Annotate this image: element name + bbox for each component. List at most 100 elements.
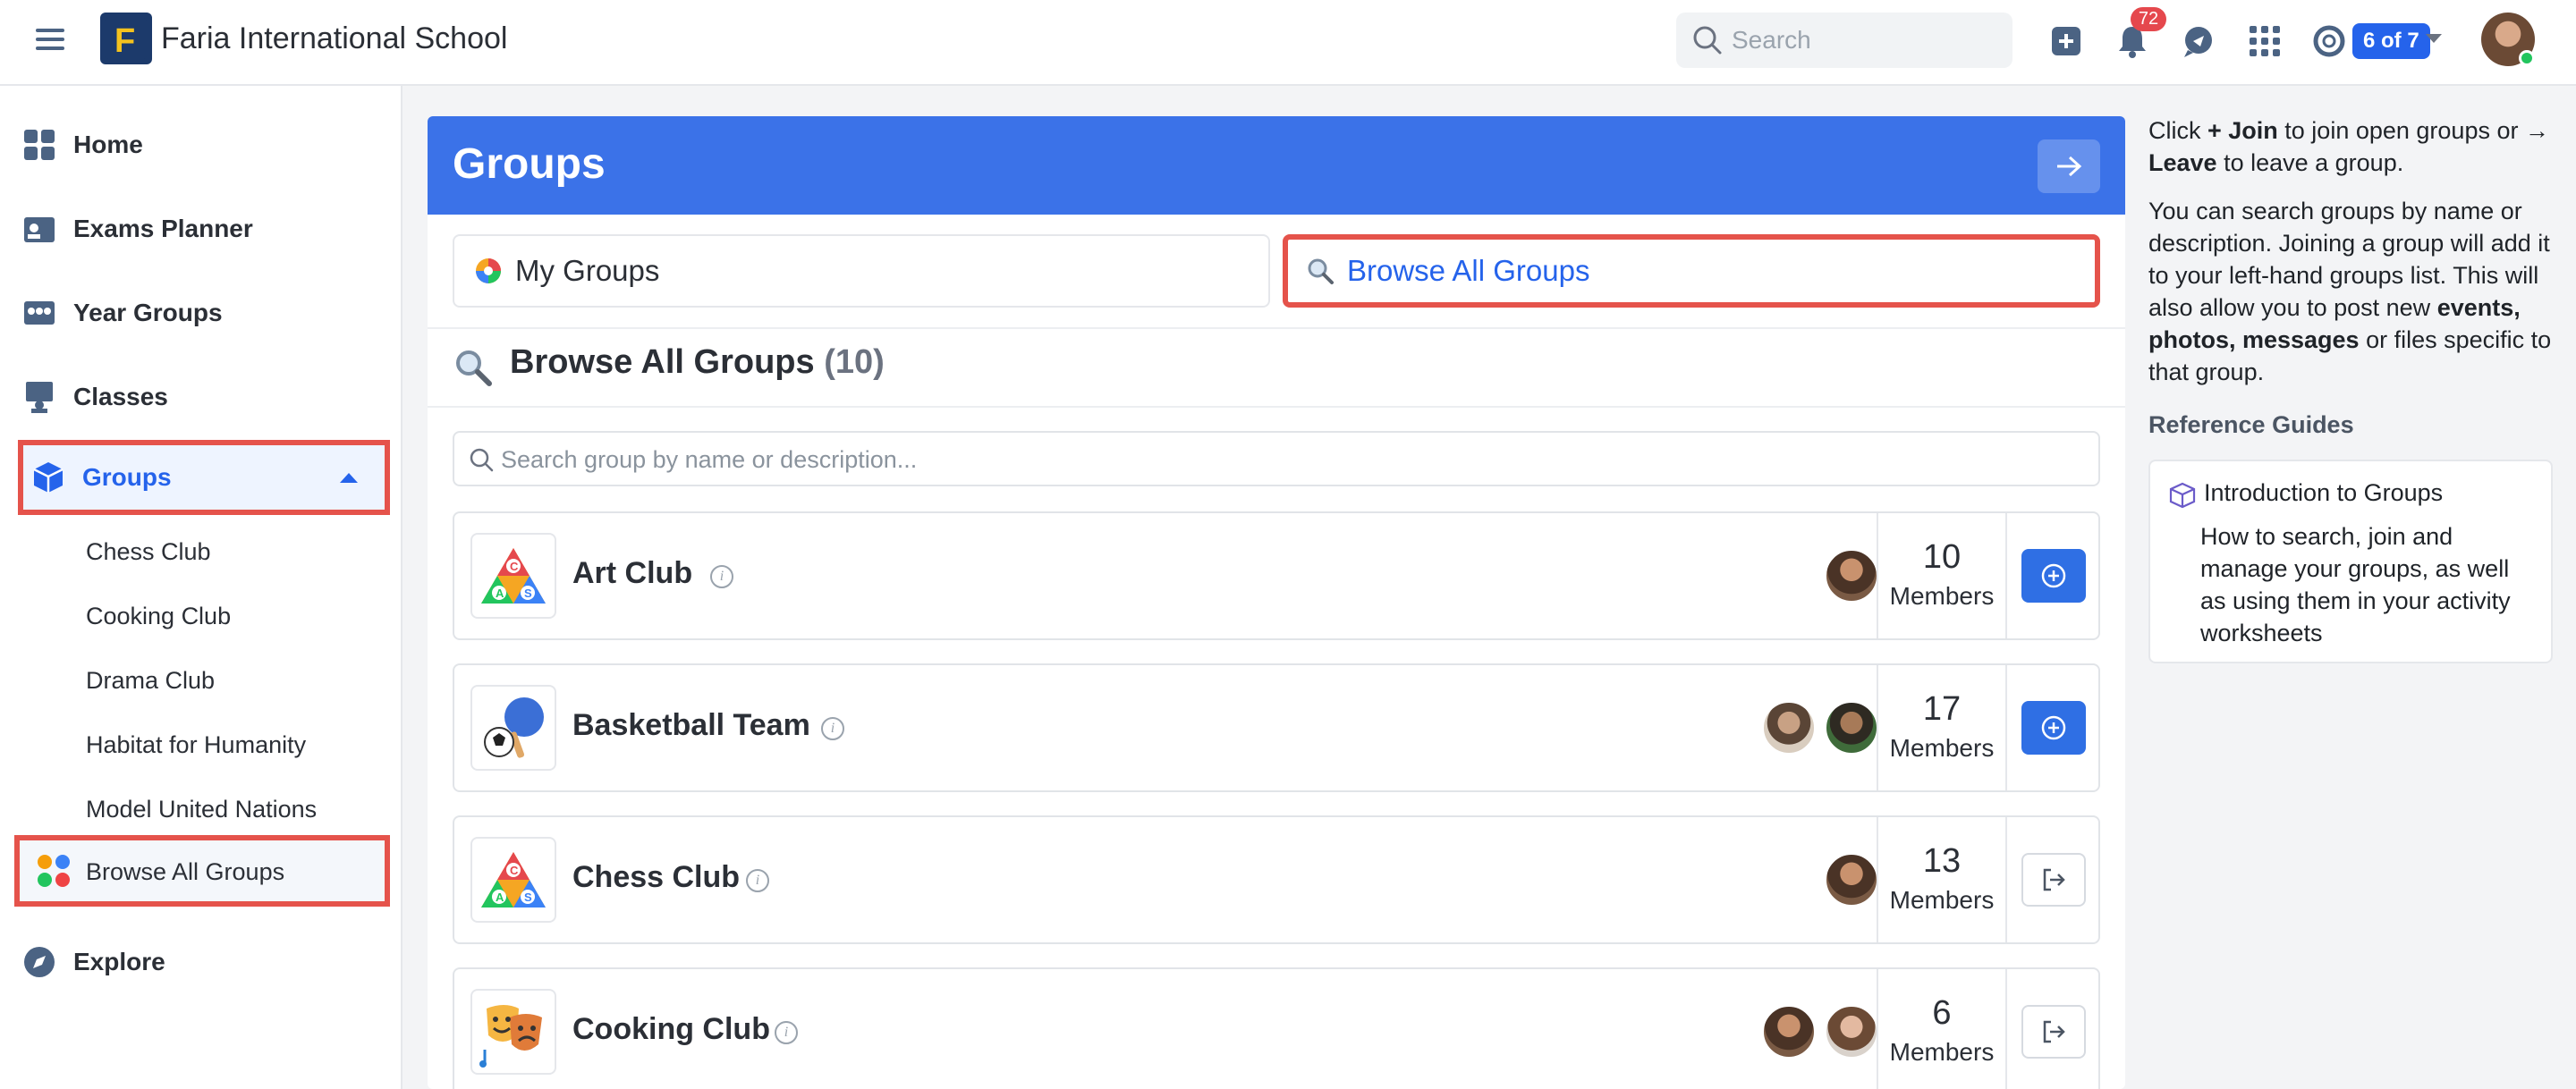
sidebar-item-label: Home (73, 131, 143, 158)
reference-guide-card[interactable]: Introduction to Groups How to search, jo… (2148, 460, 2553, 663)
sidebar-item-explore[interactable]: Explore (21, 935, 165, 989)
tab-label: Browse All Groups (1347, 254, 1590, 287)
cas-triangle-icon: C A S (481, 548, 546, 604)
school-name: Faria International School (161, 21, 508, 55)
chat-icon[interactable] (2181, 23, 2216, 59)
tab-browse-all-groups[interactable]: Browse All Groups (1283, 234, 2100, 308)
help-panel: Click + Join to join open groups or → Le… (2148, 114, 2553, 388)
join-button[interactable] (2021, 549, 2086, 603)
sidebar-item-groups[interactable]: Groups (18, 440, 390, 515)
help-paragraph-search: You can search groups by name or descrip… (2148, 198, 2552, 385)
chevron-down-icon[interactable] (2426, 34, 2442, 43)
info-icon[interactable]: i (775, 1021, 798, 1044)
sidebar-item-groups-inner[interactable]: Groups (30, 451, 172, 504)
group-search-input[interactable] (501, 442, 2084, 477)
account-switcher[interactable]: 6 of 7 (2352, 23, 2430, 59)
group-name[interactable]: Art Club (572, 556, 692, 591)
leave-button[interactable] (2021, 853, 2086, 907)
group-card-art-club[interactable]: C A S Art Club i 10 Members (453, 511, 2100, 640)
member-count: 6 Members (1877, 969, 2007, 1089)
collapse-panel-button[interactable] (2038, 139, 2100, 193)
info-icon[interactable]: i (746, 869, 769, 892)
member-avatar[interactable] (1762, 1005, 1816, 1059)
sidebar-item-home[interactable]: Home (21, 118, 143, 172)
sidebar-subitem-browse-all-groups[interactable]: Browse All Groups (14, 835, 390, 907)
svg-text:A: A (496, 891, 504, 904)
menu-icon[interactable] (36, 23, 68, 59)
sidebar: Home Exams Planner Year Groups Classes G… (0, 86, 402, 1089)
svg-text:C: C (510, 864, 519, 877)
group-name[interactable]: Cooking Club (572, 1012, 770, 1047)
year-groups-icon (21, 295, 57, 331)
global-search-input[interactable] (1732, 21, 2000, 59)
group-card-basketball-team[interactable]: Basketball Team i 17 Members (453, 663, 2100, 792)
lifebuoy-icon[interactable] (2311, 23, 2347, 59)
member-count-number: 6 (1932, 994, 1952, 1032)
member-avatar[interactable] (1825, 701, 1878, 755)
sidebar-subitem-habitat-for-humanity[interactable]: Habitat for Humanity (86, 731, 306, 759)
group-card-chess-club[interactable]: C A S Chess Club i 13 Members (453, 815, 2100, 944)
svg-text:S: S (524, 891, 532, 904)
theater-masks-icon (479, 1005, 542, 1068)
search-icon (470, 448, 494, 472)
section-title: Browse All Groups (10) (510, 343, 885, 382)
info-icon[interactable]: i (821, 717, 844, 740)
sidebar-item-year-groups[interactable]: Year Groups (21, 286, 223, 340)
leave-button[interactable] (2021, 1005, 2086, 1059)
sidebar-subitem-drama-club[interactable]: Drama Club (86, 667, 215, 695)
add-icon[interactable] (2048, 23, 2084, 59)
plus-circle-icon (2041, 715, 2066, 740)
member-avatar[interactable] (1762, 701, 1816, 755)
classes-icon (21, 379, 57, 415)
sidebar-item-label: Year Groups (73, 299, 223, 326)
school-logo[interactable]: F (100, 13, 152, 64)
member-count-label: Members (1889, 1038, 1995, 1066)
sidebar-item-exams-planner[interactable]: Exams Planner (21, 202, 253, 256)
group-name[interactable]: Basketball Team (572, 708, 810, 743)
sidebar-item-label: Groups (82, 463, 172, 491)
color-wheel-icon (476, 258, 501, 283)
info-icon[interactable]: i (710, 565, 733, 588)
group-name[interactable]: Chess Club (572, 860, 740, 895)
member-count-number: 17 (1922, 690, 1962, 728)
member-count: 17 Members (1877, 665, 2007, 790)
group-search[interactable] (453, 431, 2100, 486)
apps-grid-icon[interactable] (2247, 23, 2283, 59)
sidebar-subitem-chess-club[interactable]: Chess Club (86, 538, 211, 566)
member-count-number: 13 (1922, 842, 1962, 880)
colored-dots-icon (38, 855, 70, 887)
reference-guides-title: Reference Guides (2148, 411, 2354, 438)
svg-text:C: C (510, 560, 519, 573)
search-icon (1693, 26, 1722, 55)
reference-guide-description: How to search, join and manage your grou… (2200, 523, 2511, 646)
leave-icon (2043, 868, 2065, 891)
group-thumbnail: C A S (470, 837, 556, 923)
sidebar-subitem-cooking-club[interactable]: Cooking Club (86, 603, 231, 630)
cas-triangle-icon: C A S (481, 852, 546, 908)
join-button[interactable] (2021, 701, 2086, 755)
tab-my-groups[interactable]: My Groups (453, 234, 1270, 308)
group-card-cooking-club[interactable]: Cooking Club i 6 Members (453, 967, 2100, 1089)
sidebar-item-label: Browse All Groups (86, 858, 285, 885)
group-thumbnail: C A S (470, 533, 556, 619)
page-title: Groups (453, 140, 606, 188)
global-search[interactable] (1676, 13, 2012, 68)
sidebar-item-classes[interactable]: Classes (21, 370, 168, 424)
reference-guide-title[interactable]: Introduction to Groups (2204, 479, 2443, 507)
member-avatar[interactable] (1825, 853, 1878, 907)
member-count: 10 Members (1877, 513, 2007, 638)
magnifier-icon (1308, 258, 1334, 284)
section-title-text: Browse All Groups (510, 343, 815, 381)
magnifier-icon (456, 350, 492, 386)
group-thumbnail (470, 989, 556, 1075)
help-paragraph-join: Click + Join to join open groups or → Le… (2148, 117, 2549, 176)
compass-icon (21, 944, 57, 980)
member-count: 13 Members (1877, 817, 2007, 942)
sidebar-subitem-model-united-nations[interactable]: Model United Nations (86, 796, 317, 823)
groups-icon (30, 460, 66, 495)
sidebar-item-label: Exams Planner (73, 215, 253, 242)
member-avatar[interactable] (1825, 549, 1878, 603)
groups-header: Groups (428, 116, 2125, 215)
chevron-up-icon[interactable] (338, 470, 360, 485)
member-avatar[interactable] (1825, 1005, 1878, 1059)
